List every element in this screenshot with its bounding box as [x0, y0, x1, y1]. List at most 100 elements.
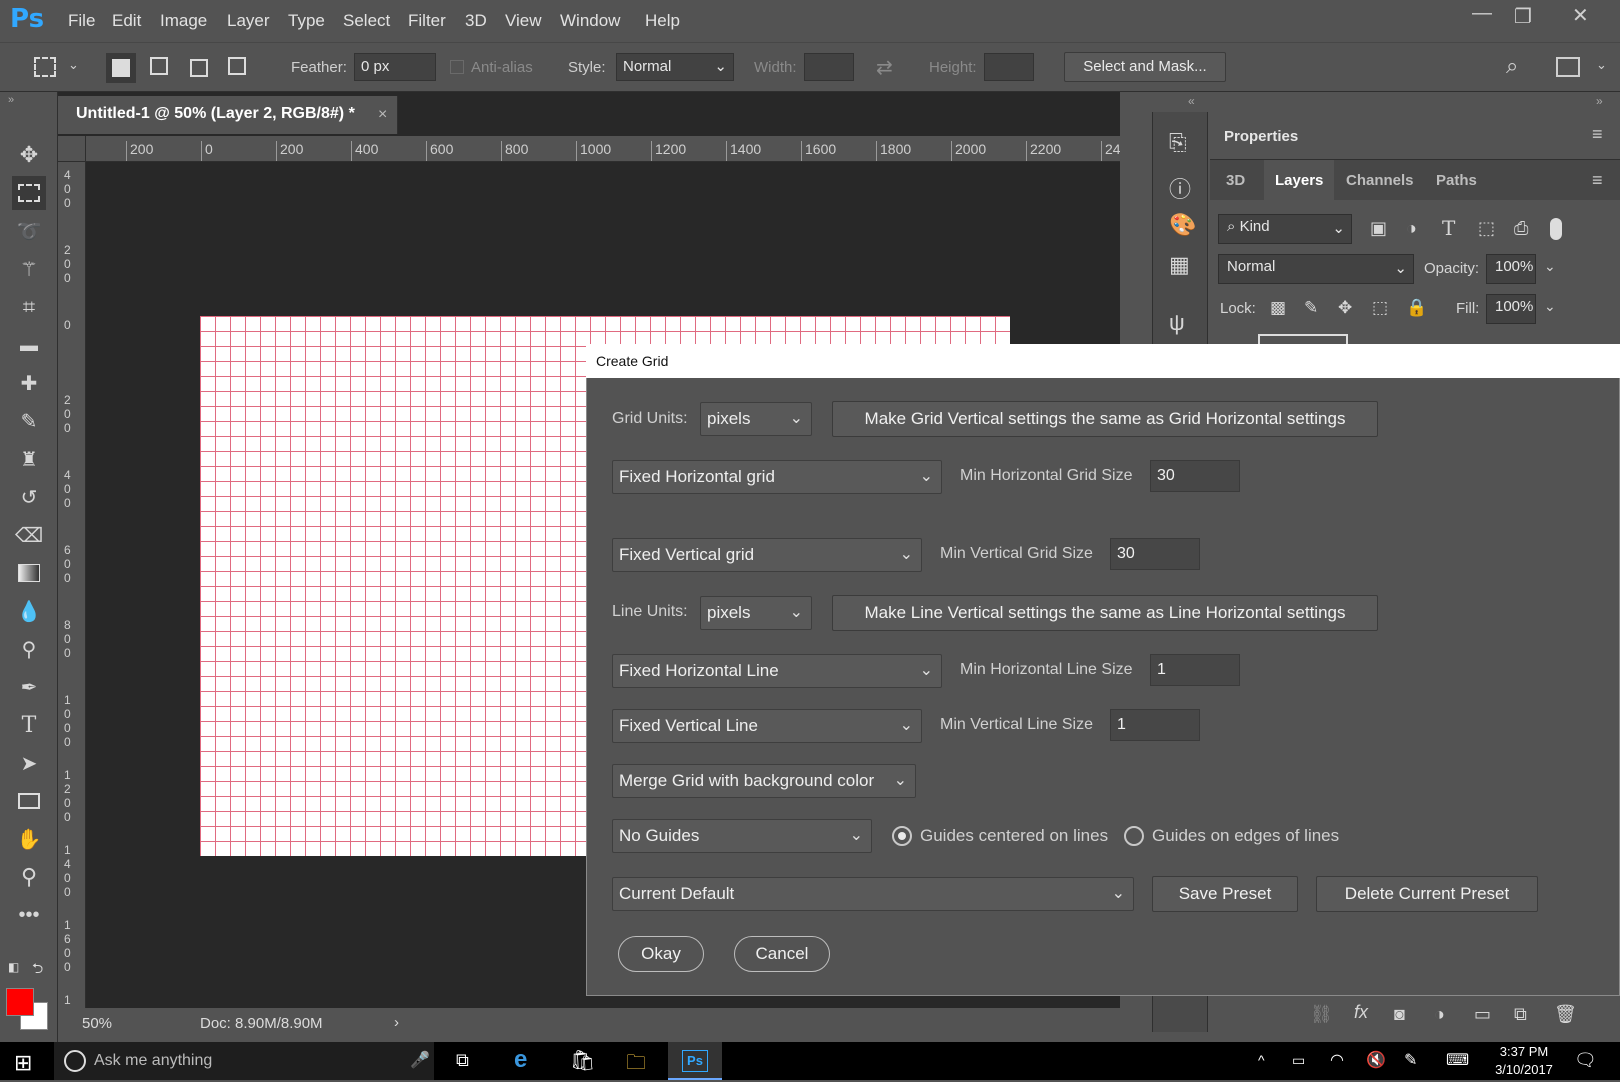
ruler-origin[interactable]	[58, 136, 86, 162]
filter-smart-object-icon[interactable]: ⎙	[1514, 218, 1528, 239]
lock-artboard-icon[interactable]: ⬚	[1372, 298, 1388, 318]
ruler-tool-icon[interactable]: ▬	[12, 328, 46, 362]
search-icon[interactable]: ⌕	[1506, 53, 1518, 79]
properties-title[interactable]: Properties	[1224, 128, 1298, 145]
guides-edges-label[interactable]: Guides on edges of lines	[1152, 826, 1339, 846]
menu-select[interactable]: Select	[343, 11, 390, 31]
feather-input[interactable]: 0 px	[354, 53, 436, 81]
filter-pixel-icon[interactable]: ▣	[1370, 218, 1387, 239]
menu-image[interactable]: Image	[160, 11, 207, 31]
menu-type[interactable]: Type	[288, 11, 325, 31]
fx-icon[interactable]: fx	[1354, 1002, 1368, 1023]
restore-icon[interactable]: ❐	[1514, 4, 1532, 29]
file-explorer-icon[interactable]: 🗀	[626, 1048, 646, 1082]
min-vertical-line-size-input[interactable]: 1	[1110, 709, 1200, 741]
chevron-up-icon[interactable]: ^	[1258, 1052, 1265, 1068]
filter-toggle-icon[interactable]	[1550, 218, 1562, 240]
fill-input[interactable]: 100%	[1486, 294, 1536, 324]
pen-tool-icon[interactable]: ✒	[12, 670, 46, 704]
antialias-checkbox[interactable]	[450, 60, 464, 74]
action-center-icon[interactable]: 🗨	[1574, 1050, 1597, 1071]
chevron-right-icon[interactable]: ›	[394, 1014, 399, 1031]
add-selection-icon[interactable]	[150, 57, 168, 75]
height-input[interactable]	[984, 53, 1034, 81]
blend-mode-select[interactable]: Normal ⌄	[1218, 254, 1414, 284]
intersect-selection-icon[interactable]	[228, 57, 246, 75]
pen-icon[interactable]: ✎	[1404, 1050, 1417, 1070]
zoom-level[interactable]: 50%	[82, 1015, 112, 1032]
menu-edit[interactable]: Edit	[112, 11, 141, 31]
healing-brush-tool-icon[interactable]: ✚	[12, 366, 46, 400]
merge-mode-select[interactable]: Merge Grid with background color ⌄	[612, 764, 916, 798]
layer-mask-icon[interactable]: ◙	[1394, 1004, 1405, 1025]
rectangle-tool-icon[interactable]	[12, 784, 46, 818]
keyboard-icon[interactable]: ⌨	[1446, 1050, 1469, 1070]
type-tool-icon[interactable]: T	[12, 708, 46, 742]
info-icon[interactable]: ⓘ	[1169, 172, 1191, 204]
lock-all-icon[interactable]: 🔒	[1406, 298, 1427, 318]
width-input[interactable]	[804, 53, 854, 81]
select-and-mask-button[interactable]: Select and Mask...	[1064, 52, 1226, 82]
swap-icon[interactable]: ⇄	[876, 55, 893, 80]
marquee-tool-preset-icon[interactable]	[34, 57, 56, 77]
make-line-vertical-same-button[interactable]: Make Line Vertical settings the same as …	[832, 595, 1378, 631]
dialog-titlebar[interactable]	[586, 344, 1620, 378]
min-vertical-grid-size-input[interactable]: 30	[1110, 538, 1200, 570]
guides-centered-label[interactable]: Guides centered on lines	[920, 826, 1108, 846]
horizontal-grid-mode-select[interactable]: Fixed Horizontal grid ⌄	[612, 460, 942, 494]
menu-window[interactable]: Window	[560, 11, 620, 31]
lock-position-icon[interactable]: ✥	[1338, 298, 1352, 318]
close-window-icon[interactable]: ✕	[1572, 3, 1589, 28]
clock-time[interactable]: 3:37 PM	[1494, 1044, 1554, 1059]
gradient-tool-icon[interactable]	[12, 556, 46, 590]
chevron-down-icon[interactable]: ⌄	[1544, 298, 1556, 315]
eraser-tool-icon[interactable]: ⌫	[12, 518, 46, 552]
okay-button[interactable]: Okay	[618, 936, 704, 972]
min-horizontal-grid-size-input[interactable]: 30	[1150, 460, 1240, 492]
close-tab-icon[interactable]: ×	[378, 106, 387, 124]
guides-edges-radio[interactable]	[1124, 826, 1144, 846]
lock-transparent-icon[interactable]: ▩	[1270, 298, 1286, 318]
history-icon[interactable]: ⎘	[1169, 130, 1187, 156]
panel-menu-icon[interactable]: ≡	[1592, 124, 1603, 145]
zoom-tool-icon[interactable]: ⚲	[12, 860, 46, 894]
history-brush-tool-icon[interactable]: ↺	[12, 480, 46, 514]
task-view-icon[interactable]: ⧉	[456, 1050, 469, 1071]
chevron-down-icon[interactable]: ⌄	[1596, 57, 1607, 73]
link-layers-icon[interactable]: ⛓	[1310, 1004, 1333, 1025]
vertical-grid-mode-select[interactable]: Fixed Vertical grid ⌄	[612, 538, 922, 572]
crop-tool-icon[interactable]: ⌗	[12, 290, 46, 324]
chevron-down-icon[interactable]: ⌄	[1544, 258, 1556, 275]
new-layer-icon[interactable]: ⧉	[1514, 1004, 1527, 1025]
group-folder-icon[interactable]: ▭	[1474, 1004, 1491, 1025]
path-selection-tool-icon[interactable]: ➤	[12, 746, 46, 780]
guides-centered-radio[interactable]	[892, 826, 912, 846]
menu-3d[interactable]: 3D	[465, 11, 487, 31]
dodge-tool-icon[interactable]: ⚲	[12, 632, 46, 666]
panel-menu-icon[interactable]: ≡	[1592, 170, 1603, 191]
menu-view[interactable]: View	[505, 11, 542, 31]
magic-wand-tool-icon[interactable]: ⚚	[12, 252, 46, 286]
new-selection-button[interactable]	[106, 53, 136, 83]
opacity-input[interactable]: 100%	[1486, 254, 1536, 284]
cancel-button[interactable]: Cancel	[734, 936, 830, 972]
adjustment-layer-icon[interactable]: ◑	[1434, 1004, 1445, 1025]
clock-date[interactable]: 3/10/2017	[1490, 1062, 1558, 1077]
grid-units-select[interactable]: pixels ⌄	[700, 402, 812, 436]
menu-filter[interactable]: Filter	[408, 11, 446, 31]
menu-layer[interactable]: Layer	[227, 11, 270, 31]
volume-muted-icon[interactable]: 🔇	[1366, 1050, 1386, 1070]
wifi-icon[interactable]: ◠	[1330, 1050, 1344, 1070]
clone-stamp-tool-icon[interactable]: ♜	[12, 442, 46, 476]
filter-shape-icon[interactable]: ⬚	[1478, 218, 1495, 239]
style-select[interactable]: Normal ⌄	[616, 53, 734, 81]
edge-browser-icon[interactable]: e	[514, 1046, 527, 1074]
horizontal-line-mode-select[interactable]: Fixed Horizontal Line ⌄	[612, 654, 942, 688]
tab-channels[interactable]: Channels	[1346, 172, 1414, 189]
preset-select[interactable]: Current Default ⌄	[612, 877, 1134, 911]
trash-icon[interactable]: 🗑	[1554, 1004, 1577, 1025]
vertical-line-mode-select[interactable]: Fixed Vertical Line ⌄	[612, 709, 922, 743]
foreground-color-swatch[interactable]	[6, 988, 34, 1016]
tab-paths[interactable]: Paths	[1436, 172, 1477, 189]
line-units-select[interactable]: pixels ⌄	[700, 596, 812, 630]
